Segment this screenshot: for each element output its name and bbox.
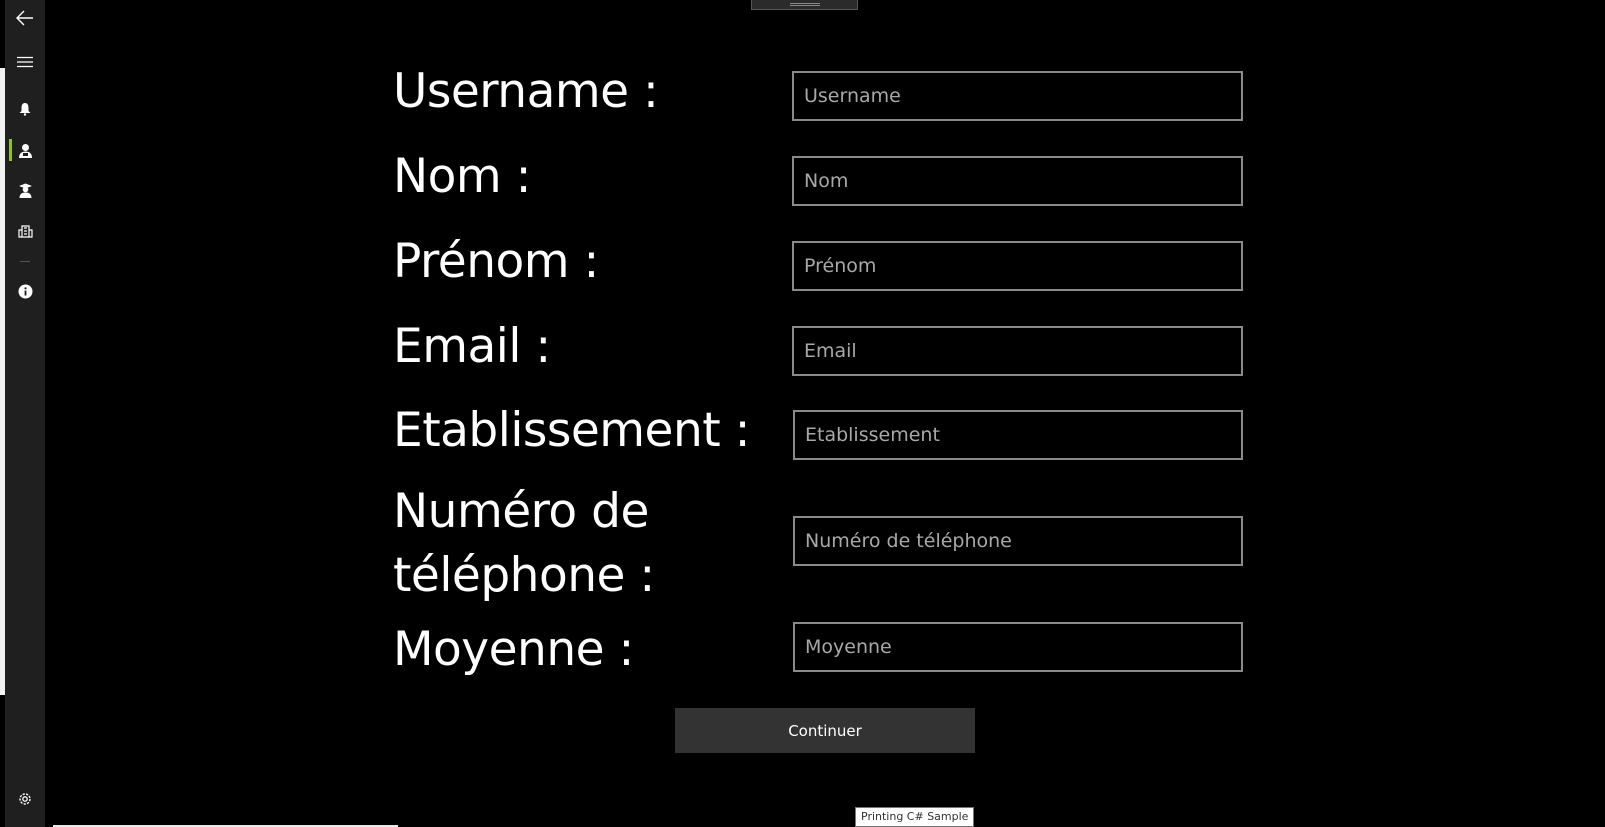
bell-icon [18,102,32,116]
email-label: Email : [393,319,551,374]
prenom-input[interactable] [792,241,1243,291]
moyenne-input[interactable] [793,622,1243,672]
email-input[interactable] [792,326,1243,376]
etablissement-input[interactable] [793,410,1243,460]
nav-item-notifications[interactable] [5,91,45,127]
nom-input[interactable] [792,156,1243,206]
username-input[interactable] [792,71,1243,121]
info-icon [18,284,33,299]
prenom-label: Prénom : [393,234,599,289]
tooltip: Printing C# Sample [855,807,975,827]
username-label: Username : [393,64,659,119]
gear-icon [17,791,33,807]
drag-handle[interactable] [751,0,858,10]
menu-button[interactable] [5,44,45,80]
hamburger-icon [17,56,33,68]
user-icon [18,143,33,158]
nav-item-user[interactable] [5,132,45,168]
graduate-icon [18,183,33,198]
building-icon [17,224,33,238]
nom-label: Nom : [393,149,531,204]
settings-button[interactable] [5,781,45,817]
continue-button[interactable]: Continuer [675,708,975,753]
telephone-input[interactable] [793,516,1243,566]
app-window: Username : Nom : Prénom : Email : Etabli… [0,0,1605,827]
back-button[interactable] [5,0,45,36]
moyenne-label: Moyenne : [393,622,634,677]
back-arrow-icon [16,10,34,26]
telephone-label: Numéro de téléphone : [393,484,655,603]
etablissement-label: Etablissement : [393,403,750,458]
nav-item-graduate[interactable] [5,172,45,208]
nav-item-institution[interactable] [5,213,45,249]
nav-separator [20,261,30,262]
nav-item-info[interactable] [5,273,45,309]
